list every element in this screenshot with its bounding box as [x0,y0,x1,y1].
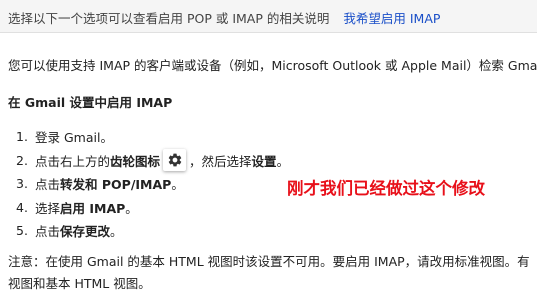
step-bold-text: 保存更改 [60,224,111,240]
intro-text: 您可以使用支持 IMAP 的客户端或设备（例如，Microsoft Outloo… [8,58,537,73]
step-text: 点击右上方的 [35,153,111,169]
note-line-2: 视图和基本 HTML 视图。 [8,276,151,291]
step-text: 点击 [35,224,61,240]
step-text: 。 [110,224,123,240]
enable-imap-link[interactable]: 我希望启用 IMAP [343,11,440,26]
step-text: 。 [125,200,138,216]
note-line-1: 注意：在使用 Gmail 的基本 HTML 视图时该设置不可用。要启用 IMAP… [8,254,530,269]
step-number: 5. [16,223,28,239]
red-annotation: 刚才我们已经做过这个修改 [287,179,485,198]
steps-list: 1. 登录 Gmail。 2. 点击右上方的 齿轮图标 ，然后选择 设置 。 3… [16,125,289,243]
step-3: 3. 点击 转发和 POP/IMAP 。 [16,172,289,196]
step-1: 1. 登录 Gmail。 [16,125,289,149]
section-heading: 在 Gmail 设置中启用 IMAP [8,95,173,110]
step-number: 3. [16,176,28,192]
step-number: 1. [16,129,28,145]
step-bold-text: 启用 IMAP [60,200,126,216]
step-4: 4. 选择 启用 IMAP 。 [16,196,289,220]
option-selector-bar: 选择以下一个选项可以查看启用 POP 或 IMAP 的相关说明 我希望启用 IMA… [0,0,537,33]
selector-prompt: 选择以下一个选项可以查看启用 POP 或 IMAP 的相关说明 [8,11,330,26]
step-bold-text: 齿轮图标 [110,153,161,169]
step-text: 。 [276,153,290,169]
step-text: 选择 [35,200,61,216]
step-5: 5. 点击 保存更改 。 [16,219,289,243]
step-text: 点击 [35,177,61,193]
help-page: 选择以下一个选项可以查看启用 POP 或 IMAP 的相关说明 我希望启用 IMA… [0,0,537,298]
gear-icon [163,149,187,172]
step-number: 2. [16,152,28,168]
step-bold-text: 转发和 POP/IMAP [60,177,172,193]
step-text: ，然后选择 [189,153,252,169]
note-text: 注意：在使用 Gmail 的基本 HTML 视图时该设置不可用。要启用 IMAP… [8,251,530,295]
step-number: 4. [16,199,28,215]
step-text: 。 [171,177,184,193]
step-text: 登录 Gmail。 [35,130,113,146]
step-bold-text: 设置 [251,153,277,169]
step-2: 2. 点击右上方的 齿轮图标 ，然后选择 设置 。 [16,149,289,173]
